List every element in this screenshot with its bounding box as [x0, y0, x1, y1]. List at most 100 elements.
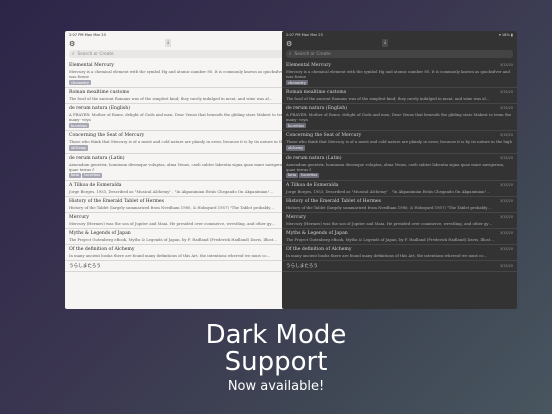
note-item[interactable]: Elemental Mercury3/15/20Mercury is a che…	[65, 61, 300, 89]
note-header: Myths & Legends of Japan3/15/20	[69, 231, 296, 236]
note-preview: Those who think that Mercury is of a moi…	[286, 139, 512, 145]
note-item[interactable]: A Tilkoa de Esmeralda3/15/20Jorge Borges…	[282, 181, 517, 197]
note-header: de rerum natura (Latin)3/15/20	[286, 156, 513, 161]
note-tags: lucretius	[286, 123, 513, 129]
note-item[interactable]: Myths & Legends of Japan3/15/20The Proje…	[282, 229, 517, 245]
note-tags: lucretius	[69, 123, 296, 129]
note-item[interactable]: de rerum natura (English)3/15/20A PRAYER…	[65, 104, 300, 132]
note-item[interactable]: de rerum natura (Latin)3/15/20Aeneadum g…	[65, 154, 300, 181]
note-item[interactable]: Mercury3/15/20Mercury (Hermes) was the s…	[282, 213, 517, 229]
note-title: de rerum natura (Latin)	[69, 155, 125, 161]
status-battery: ▾ 18% ▮	[498, 32, 513, 37]
tag-chip[interactable]: alchemy	[286, 145, 306, 151]
note-title: de rerum natura (Latin)	[286, 155, 342, 161]
tag-chip[interactable]: lucretius	[299, 172, 320, 178]
note-item[interactable]: History of the Emerald Tablet of Hermes3…	[282, 197, 517, 213]
note-preview: A PRAYER: Mother of Rome, delight of God…	[286, 112, 512, 123]
search-placeholder: Search or Create	[294, 51, 331, 57]
note-item[interactable]: de rerum natura (English)3/15/20A PRAYER…	[282, 104, 517, 132]
note-item[interactable]: A Tilkoa de Esmeralda3/15/20Jorge Borges…	[65, 181, 300, 197]
note-header: Concerning the Seat of Mercury3/15/20	[286, 133, 513, 138]
tag-chip[interactable]: latin	[286, 172, 299, 178]
compose-icon[interactable]: ↓	[165, 39, 171, 47]
note-title: A Tilkoa de Esmeralda	[69, 182, 122, 188]
note-date: 3/15/20	[499, 230, 513, 235]
note-title: de rerum natura (English)	[286, 106, 347, 112]
note-tags: latin lucretius	[286, 172, 513, 178]
note-preview: Those who think that Mercury is of a moi…	[69, 139, 295, 145]
note-tags: chemistry	[69, 80, 296, 86]
note-header: History of the Emerald Tablet of Hermes 3…	[286, 199, 513, 204]
light-mode-device: 2:07 PM Mon Mar 23▾ 18% ▮⚙↓⌕Search or Cr…	[65, 31, 300, 309]
note-item[interactable]: Concerning the Seat of Mercury3/15/20Tho…	[282, 131, 517, 154]
note-item[interactable]: うらしまたろう3/15/20	[282, 261, 517, 272]
note-header: A Tilkoa de Esmeralda 3/15/20	[286, 183, 513, 188]
note-item[interactable]: Concerning the Seat of Mercury3/15/20Tho…	[65, 131, 300, 154]
toolbar: ⚙ ↓	[282, 38, 517, 50]
note-preview: Aeneadum genetrix, hominum divomque volu…	[286, 161, 505, 172]
note-header: de rerum natura (Latin)3/15/20	[69, 156, 296, 161]
note-item[interactable]: うらしまたろう3/15/20	[65, 261, 300, 272]
note-header: de rerum natura (English) 3/15/20	[286, 106, 513, 111]
note-date: 3/15/20	[499, 214, 513, 219]
note-preview: In many ancient books there are found ma…	[286, 252, 488, 258]
note-header: うらしまたろう3/15/20	[286, 263, 513, 269]
note-preview: The food of the ancient Romans was of th…	[69, 96, 273, 102]
gear-icon[interactable]: ⚙	[286, 40, 292, 48]
note-item[interactable]: Myths & Legends of Japan3/15/20The Proje…	[65, 229, 300, 245]
note-title: History of the Emerald Tablet of Hermes	[69, 198, 164, 204]
note-header: Myths & Legends of Japan3/15/20	[286, 231, 513, 236]
note-item[interactable]: Elemental Mercury3/15/20Mercury is a che…	[282, 61, 517, 89]
note-header: Elemental Mercury 3/15/20	[286, 63, 513, 68]
note-date: 3/15/20	[499, 182, 513, 187]
note-tags: alchemy	[286, 145, 513, 151]
note-header: Mercury 3/15/20	[286, 215, 513, 220]
note-item[interactable]: Of the definition of Alchemy3/15/20In ma…	[282, 245, 517, 261]
note-title: Of the definition of Alchemy	[69, 246, 135, 252]
note-title: うらしまたろう	[69, 263, 101, 269]
note-title: Elemental Mercury	[69, 63, 115, 68]
search-icon: ⌕	[289, 52, 292, 57]
note-tags: latin lucretius	[69, 172, 296, 178]
headline-now-available: Now available!	[227, 379, 325, 394]
note-title: A Tilkoa de Esmeralda	[286, 182, 339, 188]
note-title: Myths & Legends of Japan	[69, 230, 131, 236]
note-date: 3/15/20	[499, 246, 513, 251]
note-item[interactable]: History of the Emerald Tablet of Hermes3…	[65, 197, 300, 213]
note-header: Roman mealtime customs3/15/20	[69, 90, 296, 95]
note-title: Roman mealtime customs	[286, 90, 347, 96]
note-date: 3/15/20	[499, 133, 513, 138]
note-date: 3/15/20	[499, 63, 513, 67]
note-header: Concerning the Seat of Mercury3/15/20	[69, 133, 296, 138]
note-header: うらしまたろう3/15/20	[69, 263, 296, 269]
status-bar: 2:07 PM Mon Mar 23▾ 18% ▮	[65, 31, 300, 38]
search-input[interactable]: ⌕ Search or Create	[286, 50, 513, 58]
status-time-date: 2:07 PM Mon Mar 23	[286, 32, 323, 37]
search-input[interactable]: ⌕ Search or Create	[69, 50, 296, 58]
note-list: Elemental Mercury3/15/20Mercury is a che…	[65, 61, 300, 272]
tag-chip[interactable]: latin	[69, 172, 82, 178]
tag-chip[interactable]: lucretius	[69, 123, 90, 129]
status-time-date: 2:07 PM Mon Mar 23	[69, 32, 106, 37]
tag-chip[interactable]: alchemy	[69, 145, 89, 151]
tag-chip[interactable]: chemistry	[286, 80, 309, 86]
tag-chip[interactable]: lucretius	[82, 172, 103, 178]
note-item[interactable]: Of the definition of Alchemy3/15/20In ma…	[65, 245, 300, 261]
note-date: 3/15/20	[499, 263, 513, 268]
note-preview: In many ancient books there are found ma…	[69, 252, 271, 258]
dark-mode-device: 2:07 PM Mon Mar 23 ▾ 18% ▮ ⚙ ↓ ⌕ Search or Cr…	[282, 31, 517, 309]
toolbar: ⚙ ↓	[65, 38, 300, 50]
note-preview: History of the Tablet (largely summarize…	[286, 204, 492, 210]
note-preview: Mercury (Hermes) was the son of Jupiter …	[286, 220, 493, 226]
compose-icon[interactable]: ↓	[382, 39, 388, 47]
tag-chip[interactable]: lucretius	[286, 123, 307, 129]
note-item[interactable]: Roman mealtime customs3/15/20The food of…	[282, 88, 517, 105]
note-item[interactable]: de rerum natura (Latin)3/15/20Aeneadum g…	[282, 154, 517, 181]
note-preview: History of the Tablet (largely summarize…	[69, 204, 275, 210]
note-header: Roman mealtime customs3/15/20	[286, 90, 513, 95]
tag-chip[interactable]: chemistry	[69, 80, 92, 86]
gear-icon[interactable]: ⚙	[69, 40, 75, 48]
note-item[interactable]: Roman mealtime customs3/15/20The food of…	[65, 88, 300, 105]
note-tags: chemistry	[286, 80, 513, 86]
note-item[interactable]: Mercury3/15/20Mercury (Hermes) was the s…	[65, 213, 300, 229]
